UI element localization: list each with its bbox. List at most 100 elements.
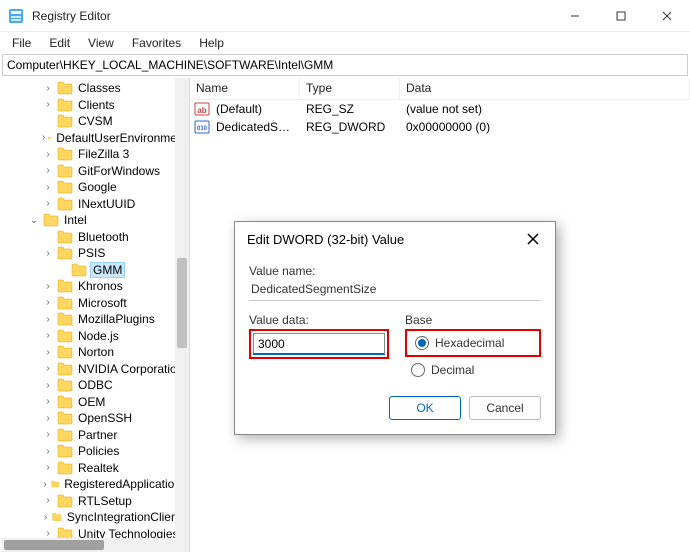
tree-item-cvsm[interactable]: CVSM: [0, 113, 189, 130]
tree-item-syncintegrationclients[interactable]: › SyncIntegrationClients: [0, 509, 189, 526]
chevron-right-icon[interactable]: ›: [42, 347, 54, 358]
tree-item-label: MozillaPlugins: [76, 312, 157, 326]
radio-hex-label: Hexadecimal: [435, 336, 504, 350]
tree-item-label: FileZilla 3: [76, 147, 131, 161]
chevron-right-icon[interactable]: ›: [42, 380, 54, 391]
tree-item-intel[interactable]: ⌄ Intel: [0, 212, 189, 229]
tree-item-inextuuid[interactable]: ›INextUUID: [0, 196, 189, 213]
tree-item-label: Google: [76, 180, 119, 194]
tree-item-classes[interactable]: ›Classes: [0, 80, 189, 97]
value-data: 0x00000000 (0): [400, 120, 690, 134]
chevron-right-icon[interactable]: ›: [42, 132, 45, 143]
radio-dec-label: Decimal: [431, 363, 474, 377]
value-name-label: Value name:: [249, 264, 541, 278]
menu-file[interactable]: File: [4, 34, 39, 52]
tree-item-label: OEM: [76, 395, 107, 409]
tree-item-rtlsetup[interactable]: ›RTLSetup: [0, 493, 189, 510]
chevron-right-icon[interactable]: ›: [42, 495, 54, 506]
dialog-close-button[interactable]: [523, 229, 543, 249]
menu-view[interactable]: View: [80, 34, 122, 52]
column-header-data[interactable]: Data: [400, 78, 690, 99]
minimize-button[interactable]: [552, 0, 598, 32]
tree-item-openssh[interactable]: ›OpenSSH: [0, 410, 189, 427]
ok-button[interactable]: OK: [389, 396, 461, 420]
radio-icon: [411, 363, 425, 377]
tree-item-label: SyncIntegrationClients: [65, 510, 189, 524]
tree-item-filezilla-3[interactable]: › FileZilla 3: [0, 146, 189, 163]
tree-item-realtek[interactable]: ›Realtek: [0, 460, 189, 477]
chevron-down-icon[interactable]: ⌄: [28, 215, 40, 226]
cancel-button[interactable]: Cancel: [469, 396, 541, 420]
tree-item-label: Norton: [76, 345, 116, 359]
value-row[interactable]: 010DedicatedSegme...REG_DWORD0x00000000 …: [190, 118, 690, 136]
tree-item-khronos[interactable]: › Khronos: [0, 278, 189, 295]
tree-item-label: Node.js: [76, 329, 121, 343]
tree-item-oem[interactable]: › OEM: [0, 394, 189, 411]
tree-item-partner[interactable]: ›Partner: [0, 427, 189, 444]
tree-item-label: GMM: [90, 262, 125, 278]
address-bar[interactable]: Computer\HKEY_LOCAL_MACHINE\SOFTWARE\Int…: [2, 54, 688, 76]
chevron-right-icon[interactable]: ›: [42, 396, 54, 407]
menu-help[interactable]: Help: [191, 34, 232, 52]
tree-item-node-js[interactable]: › Node.js: [0, 328, 189, 345]
chevron-right-icon[interactable]: ›: [42, 314, 54, 325]
tree-item-policies[interactable]: › Policies: [0, 443, 189, 460]
tree-item-odbc[interactable]: ›ODBC: [0, 377, 189, 394]
chevron-right-icon[interactable]: ›: [42, 297, 54, 308]
tree-item-bluetooth[interactable]: Bluetooth: [0, 229, 189, 246]
chevron-right-icon[interactable]: ›: [42, 99, 54, 110]
value-type: REG_SZ: [300, 102, 400, 116]
chevron-right-icon[interactable]: ›: [42, 149, 54, 160]
column-header-name[interactable]: Name: [190, 78, 300, 99]
chevron-right-icon[interactable]: ›: [42, 512, 49, 523]
value-row[interactable]: ab(Default)REG_SZ(value not set): [190, 100, 690, 118]
tree-item-google[interactable]: › Google: [0, 179, 189, 196]
value-data-input[interactable]: [253, 333, 385, 355]
edit-dword-dialog: Edit DWORD (32-bit) Value Value name: De…: [234, 221, 556, 435]
chevron-right-icon[interactable]: ›: [42, 182, 54, 193]
tree-item-defaultuserenvironment[interactable]: › DefaultUserEnvironment: [0, 130, 189, 147]
chevron-right-icon[interactable]: ›: [42, 429, 54, 440]
tree-item-label: DefaultUserEnvironment: [54, 131, 189, 145]
value-name: (Default): [210, 102, 300, 116]
chevron-right-icon[interactable]: ›: [42, 281, 54, 292]
column-header-type[interactable]: Type: [300, 78, 400, 99]
radio-decimal[interactable]: Decimal: [411, 363, 541, 377]
chevron-right-icon[interactable]: ›: [42, 248, 54, 259]
tree-item-label: Intel: [62, 213, 89, 227]
chevron-right-icon[interactable]: ›: [42, 198, 54, 209]
tree-item-registeredapplications[interactable]: ›RegisteredApplications: [0, 476, 189, 493]
chevron-right-icon[interactable]: ›: [42, 479, 48, 490]
radio-hexadecimal[interactable]: Hexadecimal: [415, 336, 537, 350]
tree-item-gmm[interactable]: GMM: [0, 262, 189, 279]
tree-item-microsoft[interactable]: ›Microsoft: [0, 295, 189, 312]
svg-text:ab: ab: [197, 106, 206, 115]
tree-item-gitforwindows[interactable]: › GitForWindows: [0, 163, 189, 180]
tree-item-psis[interactable]: › PSIS: [0, 245, 189, 262]
maximize-button[interactable]: [598, 0, 644, 32]
tree-item-label: Policies: [76, 444, 121, 458]
tree-scrollbar[interactable]: [175, 78, 189, 552]
menu-edit[interactable]: Edit: [41, 34, 78, 52]
tree-item-norton[interactable]: › Norton: [0, 344, 189, 361]
close-button[interactable]: [644, 0, 690, 32]
tree-scroll-thumb[interactable]: [177, 258, 187, 348]
chevron-right-icon[interactable]: ›: [42, 462, 54, 473]
tree-item-nvidia-corporation[interactable]: ›NVIDIA Corporation: [0, 361, 189, 378]
menu-favorites[interactable]: Favorites: [124, 34, 189, 52]
chevron-right-icon[interactable]: ›: [42, 165, 54, 176]
tree-item-label: PSIS: [76, 246, 107, 260]
chevron-right-icon[interactable]: ›: [42, 413, 54, 424]
tree-item-clients[interactable]: › Clients: [0, 97, 189, 114]
horizontal-scroll-thumb[interactable]: [4, 540, 104, 550]
chevron-right-icon[interactable]: ›: [42, 330, 54, 341]
tree-item-label: GitForWindows: [76, 164, 162, 178]
horizontal-scrollbar[interactable]: [2, 538, 182, 552]
chevron-right-icon[interactable]: ›: [42, 446, 54, 457]
tree-item-label: Clients: [76, 98, 117, 112]
base-label: Base: [405, 313, 541, 327]
tree-item-label: Khronos: [76, 279, 125, 293]
chevron-right-icon[interactable]: ›: [42, 363, 54, 374]
tree-item-mozillaplugins[interactable]: › MozillaPlugins: [0, 311, 189, 328]
chevron-right-icon[interactable]: ›: [42, 83, 54, 94]
